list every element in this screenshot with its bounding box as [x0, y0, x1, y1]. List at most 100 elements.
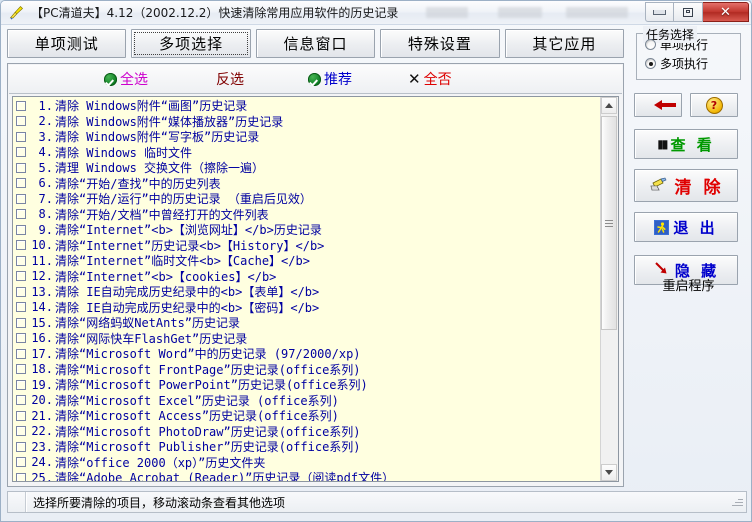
- right-panel: 任务选择 单项执行 多项执行 ? ▮▮ 查 看 清 除 退 出 隐 藏 重启程序: [630, 26, 747, 487]
- item-checkbox[interactable]: [16, 472, 26, 481]
- recommended-button[interactable]: 推荐: [308, 69, 352, 89]
- item-number: 21.: [31, 408, 53, 423]
- tab-multi-select[interactable]: 多项选择: [131, 29, 251, 58]
- item-checkbox[interactable]: [16, 317, 26, 328]
- item-checkbox[interactable]: [16, 116, 26, 127]
- resize-grip-icon[interactable]: [730, 495, 744, 509]
- item-checkbox[interactable]: [16, 379, 26, 390]
- list-item[interactable]: 5. 清理 Windows 交换文件（擦除一遍）: [13, 160, 601, 176]
- select-none-button[interactable]: ✕ 全否: [408, 69, 452, 89]
- list-item[interactable]: 16. 清除“网际快车FlashGet”历史记录: [13, 331, 601, 347]
- list-item[interactable]: 12. 清除“Internet”<b>【cookies】</b>: [13, 269, 601, 285]
- item-checkbox[interactable]: [16, 441, 26, 452]
- back-button[interactable]: [634, 93, 682, 117]
- green-check-icon: [104, 72, 117, 86]
- item-label: 清除“Microsoft Publisher”历史记录(office系列): [55, 440, 361, 455]
- list-item[interactable]: 4. 清除 Windows 临时文件: [13, 145, 601, 161]
- item-checkbox[interactable]: [16, 395, 26, 406]
- select-all-button[interactable]: 全选: [104, 69, 148, 89]
- item-checkbox[interactable]: [16, 457, 26, 468]
- close-icon: ✕: [720, 4, 731, 20]
- list-item[interactable]: 21. 清除“Microsoft Access”历史记录(office系列): [13, 408, 601, 424]
- list-item[interactable]: 11. 清除“Internet”临时文件<b>【Cache】</b>: [13, 253, 601, 269]
- item-checkbox[interactable]: [16, 131, 26, 142]
- list-item[interactable]: 23. 清除“Microsoft Publisher”历史记录(office系列): [13, 439, 601, 455]
- brush-icon: [649, 177, 671, 195]
- status-message: 选择所要清除的项目，移动滚动条查看其他选项: [33, 495, 286, 510]
- item-checkbox[interactable]: [16, 255, 26, 266]
- scroll-up-button[interactable]: [601, 97, 617, 114]
- history-items-listbox[interactable]: 1. 清除 Windows附件“画图”历史记录 2. 清除 Windows附件“媒体播…: [12, 96, 619, 482]
- vertical-scrollbar[interactable]: [600, 97, 618, 481]
- list-item[interactable]: 25. 清除“Adobe Acrobat (Reader)”历史记录（阅读pdf文…: [13, 470, 601, 481]
- minimize-icon: [653, 9, 666, 15]
- title-ghost-3: [566, 7, 628, 18]
- item-checkbox[interactable]: [16, 193, 26, 204]
- item-number: 8.: [38, 207, 53, 222]
- item-checkbox[interactable]: [16, 302, 26, 313]
- exit-button[interactable]: 退 出: [634, 212, 738, 242]
- item-checkbox[interactable]: [16, 410, 26, 421]
- list-item[interactable]: 8. 清除“开始/文档”中曾经打开的文件列表: [13, 207, 601, 223]
- clean-button[interactable]: 清 除: [634, 169, 738, 202]
- tab-special-settings[interactable]: 特殊设置: [380, 29, 500, 58]
- list-item[interactable]: 6. 清除“开始/查找”中的历史列表: [13, 176, 601, 192]
- scroll-down-button[interactable]: [601, 464, 617, 481]
- item-label: 清除“开始/文档”中曾经打开的文件列表: [55, 207, 269, 222]
- invert-selection-label: 反选: [216, 72, 244, 88]
- list-item[interactable]: 15. 清除“网络蚂蚁NetAnts”历史记录: [13, 315, 601, 331]
- scrollbar-grip-icon: [605, 218, 613, 229]
- restore-icon: [683, 7, 693, 17]
- item-number: 3.: [38, 129, 53, 144]
- item-label: 清理 Windows 交换文件（擦除一遍）: [55, 161, 265, 176]
- list-item[interactable]: 13. 清除 IE自动完成历史纪录中的<b>【表单】</b>: [13, 284, 601, 300]
- tab-single-test[interactable]: 单项测试: [7, 29, 127, 58]
- list-item[interactable]: 14. 清除 IE自动完成历史纪录中的<b>【密码】</b>: [13, 300, 601, 316]
- invert-selection-button[interactable]: 反选: [216, 69, 244, 89]
- item-checkbox[interactable]: [16, 333, 26, 344]
- list-item[interactable]: 7. 清除“开始/运行”中的历史记录 （重启后见效）: [13, 191, 601, 207]
- item-checkbox[interactable]: [16, 209, 26, 220]
- restore-button[interactable]: [674, 2, 703, 22]
- minimize-button[interactable]: [645, 2, 674, 22]
- item-number: 6.: [38, 176, 53, 191]
- list-item[interactable]: 3. 清除 Windows附件“写字板”历史记录: [13, 129, 601, 145]
- scrollbar-thumb[interactable]: [601, 116, 617, 330]
- list-item[interactable]: 24. 清除“office 2000（xp）”历史文件夹: [13, 455, 601, 471]
- item-label: 清除 Windows 临时文件: [55, 145, 193, 160]
- item-checkbox[interactable]: [16, 100, 26, 111]
- item-checkbox[interactable]: [16, 178, 26, 189]
- item-checkbox[interactable]: [16, 286, 26, 297]
- window-controls: ✕: [645, 2, 749, 22]
- tab-other-apps[interactable]: 其它应用: [504, 29, 625, 58]
- item-checkbox[interactable]: [16, 224, 26, 235]
- list-item[interactable]: 9. 清除“Internet”<b>【浏览网址】</b>历史记录: [13, 222, 601, 238]
- item-checkbox[interactable]: [16, 364, 26, 375]
- binoculars-icon: ▮▮: [657, 137, 668, 151]
- list-item[interactable]: 20. 清除“Microsoft Excel”历史记录 (office系列): [13, 393, 601, 409]
- list-item[interactable]: 17. 清除“Microsoft Word”中的历史记录 (97/2000/xp): [13, 346, 601, 362]
- item-checkbox[interactable]: [16, 348, 26, 359]
- list-item[interactable]: 18. 清除“Microsoft FrontPage”历史记录(office系列): [13, 362, 601, 378]
- radio-multi-execute[interactable]: 多项执行: [645, 55, 740, 72]
- tab-strip: 单项测试 多项选择 信息窗口 特殊设置 其它应用: [7, 29, 625, 58]
- list-item[interactable]: 2. 清除 Windows附件“媒体播放器”历史记录: [13, 114, 601, 130]
- item-checkbox[interactable]: [16, 271, 26, 282]
- list-item[interactable]: 19. 清除“Microsoft PowerPoint”历史记录(office系列…: [13, 377, 601, 393]
- item-checkbox[interactable]: [16, 240, 26, 251]
- item-checkbox[interactable]: [16, 426, 26, 437]
- item-number: 7.: [38, 191, 53, 206]
- status-bar: 选择所要清除的项目，移动滚动条查看其他选项: [7, 491, 747, 513]
- help-button[interactable]: ?: [690, 93, 738, 117]
- item-number: 13.: [31, 284, 53, 299]
- tab-info-window[interactable]: 信息窗口: [255, 29, 376, 58]
- list-item[interactable]: 22. 清除“Microsoft PhotoDraw”历史记录(office系列): [13, 424, 601, 440]
- item-label: 清除 IE自动完成历史纪录中的<b>【表单】</b>: [55, 285, 320, 300]
- item-checkbox[interactable]: [16, 162, 26, 173]
- list-item[interactable]: 1. 清除 Windows附件“画图”历史记录: [13, 98, 601, 114]
- item-checkbox[interactable]: [16, 147, 26, 158]
- list-item[interactable]: 10. 清除“Internet”历史记录<b>【History】</b>: [13, 238, 601, 254]
- view-button[interactable]: ▮▮ 查 看: [634, 129, 738, 159]
- item-number: 20.: [31, 393, 53, 408]
- close-button[interactable]: ✕: [703, 2, 749, 22]
